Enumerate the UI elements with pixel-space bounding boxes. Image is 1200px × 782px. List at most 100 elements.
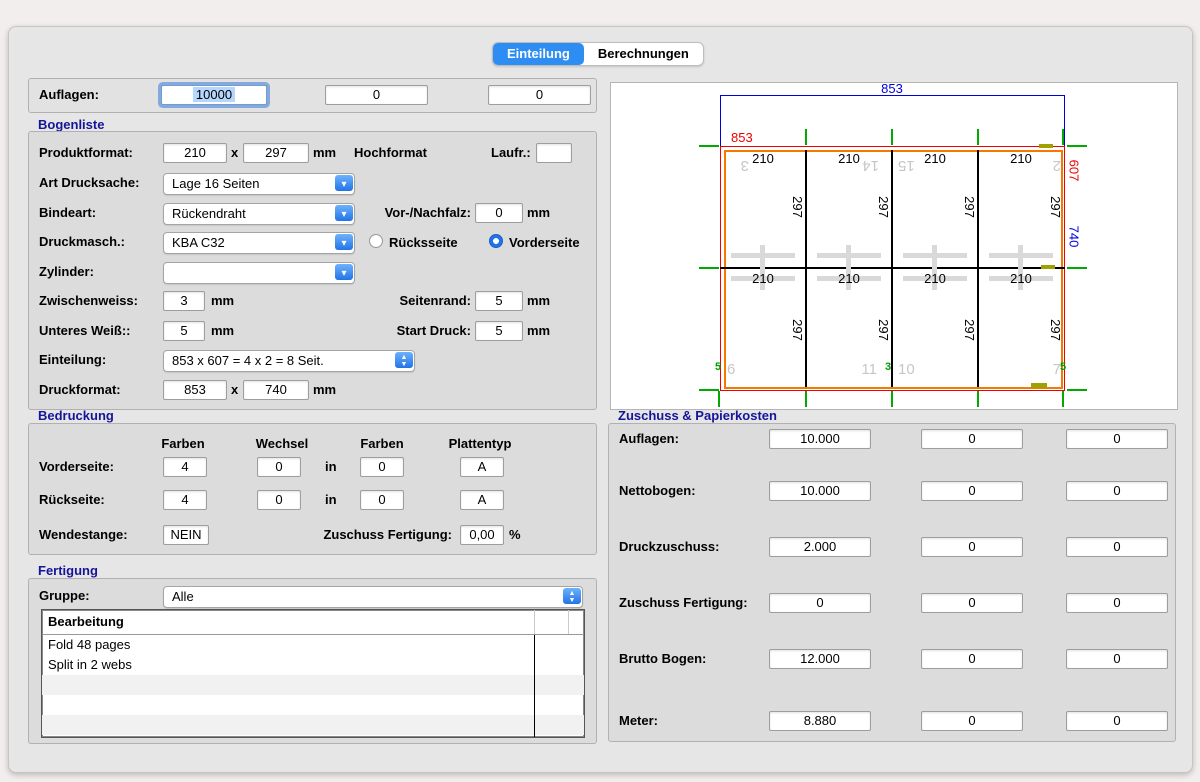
unteres-weiss-unit: mm (211, 323, 234, 338)
vorderseite-plattentyp-input[interactable]: A (460, 457, 504, 477)
zuschuss-fertigung-input[interactable]: 0,00 (460, 525, 504, 545)
zuschuss-input[interactable]: 0 (921, 429, 1023, 449)
page-number: 10 (898, 361, 924, 378)
laufr-label: Laufr.: (491, 145, 531, 160)
druckformat-width-input[interactable]: 853 (163, 380, 227, 400)
page-number: 2 (1035, 157, 1061, 174)
rueckseite-farben2-input[interactable]: 0 (360, 490, 404, 510)
zuschuss-input[interactable]: 0 (1066, 481, 1168, 501)
trim-mark (977, 129, 979, 145)
zuschuss-row-label: Zuschuss Fertigung: (619, 595, 748, 610)
in-label: in (325, 459, 337, 474)
vor-nachfalz-input[interactable]: 0 (475, 203, 523, 223)
zuschuss-input[interactable]: 0 (921, 649, 1023, 669)
einteilung-select[interactable]: 853 x 607 = 4 x 2 = 8 Seit. ▲▼ (163, 350, 415, 372)
rueckseite-radio[interactable] (369, 234, 383, 248)
zwischenweiss-input[interactable]: 3 (163, 291, 205, 311)
table-row[interactable] (42, 695, 584, 715)
print-width-label: 853 (862, 81, 922, 96)
vorderseite-wechsel-input[interactable]: 0 (257, 457, 301, 477)
trim-mark (805, 129, 807, 145)
zuschuss-input[interactable]: 0 (1066, 711, 1168, 731)
register-mark (989, 253, 1053, 258)
zuschuss-input[interactable]: 8.880 (769, 711, 871, 731)
wendestange-label: Wendestange: (39, 527, 128, 542)
gruppe-select[interactable]: Alle ▲▼ (163, 586, 583, 608)
zuschuss-input[interactable]: 0 (921, 593, 1023, 613)
sheet-width-label: 853 (731, 130, 753, 145)
zylinder-label: Zylinder: (39, 264, 94, 279)
rueckseite-farben-input[interactable]: 4 (163, 490, 207, 510)
register-mark (817, 253, 881, 258)
cell-width-label: 210 (905, 271, 965, 286)
zuschuss-input[interactable]: 0 (921, 537, 1023, 557)
percent-label: % (509, 527, 521, 542)
tab-einteilung[interactable]: Einteilung (493, 43, 584, 65)
trim-mark (1062, 129, 1064, 145)
zuschuss-input[interactable]: 12.000 (769, 649, 871, 669)
press-mark (1039, 144, 1053, 148)
unteres-weiss-input[interactable]: 5 (163, 321, 205, 341)
column-divider (568, 610, 569, 634)
rueckseite-plattentyp-input[interactable]: A (460, 490, 504, 510)
page-area-rect (724, 150, 1063, 389)
zuschuss-input[interactable]: 0 (921, 711, 1023, 731)
rueckseite-wechsel-input[interactable]: 0 (257, 490, 301, 510)
rueckseite-row-label: Rückseite: (39, 492, 105, 507)
table-row[interactable] (42, 675, 584, 695)
druckformat-unit: mm (313, 382, 336, 397)
cell-width-label: 210 (991, 271, 1051, 286)
auflagen-input-2[interactable]: 0 (325, 85, 428, 105)
druckformat-height-input[interactable]: 740 (243, 380, 309, 400)
zuschuss-input[interactable]: 0 (1066, 649, 1168, 669)
cell-width-label: 210 (819, 271, 879, 286)
vorderseite-farben-input[interactable]: 4 (163, 457, 207, 477)
produktformat-height-input[interactable]: 297 (243, 143, 309, 163)
zuschuss-input[interactable]: 0 (769, 593, 871, 613)
produktformat-unit: mm (313, 145, 336, 160)
trim-mark (891, 129, 893, 145)
auflagen-input-3[interactable]: 0 (488, 85, 591, 105)
table-row[interactable] (42, 715, 584, 735)
laufr-input[interactable] (536, 143, 572, 163)
zuschuss-row-label: Meter: (619, 713, 658, 728)
zylinder-select[interactable]: ▾ (163, 262, 355, 284)
table-row[interactable]: Fold 48 pages (42, 635, 584, 655)
zuschuss-input[interactable]: 10.000 (769, 481, 871, 501)
art-drucksache-select[interactable]: Lage 16 Seiten ▾ (163, 173, 355, 195)
cell-height-label: 297 (957, 315, 977, 345)
zuschuss-row-label: Druckzuschuss: (619, 539, 719, 554)
zuschuss-input[interactable]: 0 (921, 481, 1023, 501)
zuschuss-input[interactable]: 2.000 (769, 537, 871, 557)
zuschuss-input[interactable]: 0 (1066, 429, 1168, 449)
cell-width-label: 210 (733, 271, 793, 286)
imposition-app: Einteilung Berechnungen Auflagen: 10000 … (0, 0, 1200, 782)
table-row[interactable]: Split in 2 webs (42, 655, 584, 675)
vorderseite-radio[interactable] (489, 234, 503, 248)
vorderseite-radio-label: Vorderseite (509, 235, 580, 250)
vorderseite-farben2-input[interactable]: 0 (360, 457, 404, 477)
bedruckung-title: Bedruckung (38, 408, 114, 423)
trim-mark (891, 391, 893, 407)
bindeart-select[interactable]: Rückendraht ▾ (163, 203, 355, 225)
start-druck-unit: mm (527, 323, 550, 338)
zuschuss-input[interactable]: 0 (1066, 593, 1168, 613)
seitenrand-input[interactable]: 5 (475, 291, 523, 311)
register-mark (903, 253, 967, 258)
start-druck-label: Start Druck: (367, 323, 471, 338)
produktformat-width-input[interactable]: 210 (163, 143, 227, 163)
zwischenweiss-unit: mm (211, 293, 234, 308)
in-label: in (325, 492, 337, 507)
vor-nachfalz-unit: mm (527, 205, 550, 220)
wendestange-input[interactable]: NEIN (163, 525, 209, 545)
table-header: Bearbeitung (42, 610, 584, 635)
zuschuss-input[interactable]: 10.000 (769, 429, 871, 449)
druckmasch-select[interactable]: KBA C32 ▾ (163, 232, 355, 254)
tab-berechnungen[interactable]: Berechnungen (584, 43, 703, 65)
trim-mark (718, 391, 720, 407)
zuschuss-box: Auflagen: 10.000 0 0 Nettobogen: 10.000 … (608, 423, 1176, 742)
page-number: 14 (853, 157, 879, 174)
zuschuss-input[interactable]: 0 (1066, 537, 1168, 557)
start-druck-input[interactable]: 5 (475, 321, 523, 341)
auflagen-input-1[interactable]: 10000 (161, 85, 267, 105)
